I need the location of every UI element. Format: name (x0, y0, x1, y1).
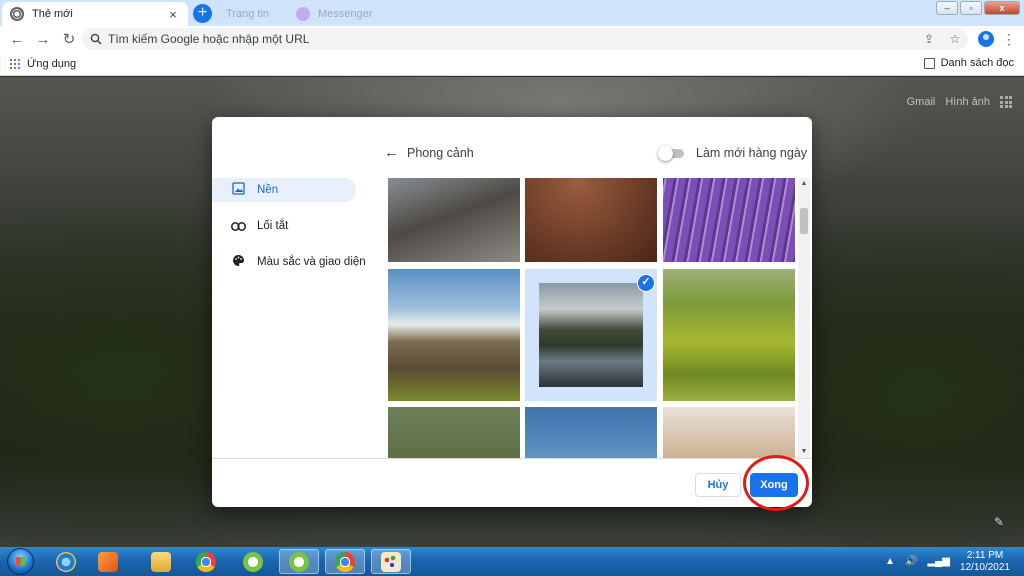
sidebar-item-background[interactable]: Nền (212, 178, 356, 202)
taskbar-coccoc-2[interactable] (279, 549, 319, 574)
reload-button[interactable]: ↻ (56, 30, 82, 48)
cancel-button[interactable]: Hủy (695, 473, 741, 497)
sidebar-item-label: Lối tắt (257, 220, 289, 232)
apps-grid-icon[interactable] (10, 58, 20, 69)
dialog-back-arrow-icon[interactable]: ← (384, 144, 399, 161)
search-icon (90, 33, 102, 45)
palette-icon (230, 254, 246, 270)
dialog-sidebar: Nền Lối tắt Màu sắc và giao diện (212, 178, 372, 286)
dialog-header: ← Phong cảnh Làm mới hàng ngày (212, 117, 812, 178)
forward-button[interactable]: → (30, 31, 56, 48)
background-thumbnail[interactable] (388, 407, 520, 458)
clock-time: 2:11 PM (966, 549, 1004, 561)
chrome-favicon-icon (10, 7, 24, 21)
image-grid-scrollbar[interactable]: ▲ ▼ (798, 178, 810, 458)
tab-title: Thẻ mới (32, 8, 73, 20)
scroll-down-arrow-icon[interactable]: ▼ (798, 446, 810, 458)
new-tab-button[interactable]: + (193, 4, 212, 23)
sidebar-item-colors-theme[interactable]: Màu sắc và giao diện (212, 250, 372, 274)
taskbar-chrome[interactable] (186, 549, 226, 574)
volume-icon[interactable]: 🔊 (905, 556, 917, 567)
tab-new-tab[interactable]: Thẻ mới × (2, 2, 188, 26)
coccoc-browser-icon (243, 551, 263, 572)
bookmark-star-icon[interactable]: ☆ (942, 32, 968, 46)
taskbar-paint[interactable] (371, 549, 411, 574)
back-button[interactable]: ← (4, 31, 30, 48)
dialog-footer: Hủy Xong (212, 458, 812, 507)
background-thumbnail[interactable] (525, 407, 657, 458)
maximize-button[interactable]: ▫ (960, 1, 982, 15)
link-icon (230, 219, 246, 234)
reading-list-label: Danh sách đọc (940, 57, 1014, 69)
chrome-icon (196, 551, 216, 572)
paint-icon (381, 551, 401, 572)
media-player-icon (98, 551, 118, 572)
tray-expand-arrow-icon[interactable]: ▲ (885, 556, 895, 567)
taskbar-media-player[interactable] (88, 549, 128, 574)
tab-close-icon[interactable]: × (166, 7, 180, 22)
customize-dialog: ← Phong cảnh Làm mới hàng ngày Nền Lối t… (212, 117, 812, 507)
reading-list-button[interactable]: Danh sách đọc (923, 57, 1014, 69)
google-apps-icon[interactable] (1000, 96, 1012, 108)
tab-strip: Thẻ mới × + Trang tin Messenger – ▫ x (0, 0, 1024, 26)
windows-taskbar: ▲ 🔊 ▂▄▆ 2:11 PM 12/10/2021 (0, 547, 1024, 576)
windows-logo-icon (7, 548, 34, 575)
taskbar-chrome-active[interactable] (325, 549, 365, 574)
sidebar-item-shortcuts[interactable]: Lối tắt (212, 214, 372, 238)
menu-kebab-icon[interactable]: ⋮ (1002, 31, 1016, 48)
taskbar-file-explorer[interactable] (141, 549, 181, 574)
network-signal-icon[interactable]: ▂▄▆ (927, 556, 949, 567)
tab-background-2[interactable]: Messenger (288, 2, 458, 26)
scroll-up-arrow-icon[interactable]: ▲ (798, 178, 810, 190)
coccoc-browser-icon (289, 551, 309, 572)
bookmarks-bar: Ứng dụng Danh sách đọc (0, 52, 1024, 76)
taskbar-clock[interactable]: 2:11 PM 12/10/2021 (960, 550, 1010, 574)
apps-link[interactable]: Ứng dụng (27, 58, 76, 70)
close-window-button[interactable]: x (984, 1, 1020, 15)
tab-title: Messenger (318, 8, 373, 20)
background-image-grid: ✓ (384, 178, 812, 458)
sidebar-item-label: Màu sắc và giao diện (257, 256, 366, 268)
background-thumbnail-selected[interactable]: ✓ (525, 269, 657, 401)
gmail-link[interactable]: Gmail (907, 96, 936, 108)
background-thumbnail[interactable] (388, 269, 520, 401)
background-thumbnail[interactable] (663, 178, 795, 262)
reading-list-icon (923, 57, 935, 69)
background-thumbnail[interactable] (663, 269, 795, 401)
collection-title: Phong cảnh (407, 146, 474, 160)
selected-thumbnail-image (539, 283, 643, 387)
image-icon (230, 182, 246, 198)
system-tray: ▲ 🔊 ▂▄▆ 2:11 PM 12/10/2021 (885, 547, 1024, 576)
minimize-button[interactable]: – (936, 1, 958, 15)
background-thumbnail[interactable] (525, 178, 657, 262)
folder-icon (151, 551, 171, 572)
profile-avatar-icon[interactable] (978, 31, 994, 47)
share-icon[interactable]: ⇪ (916, 32, 942, 46)
refresh-daily-label: Làm mới hàng ngày (696, 146, 808, 160)
images-link[interactable]: Hình ảnh (945, 96, 990, 108)
scrollbar-thumb[interactable] (800, 208, 808, 234)
red-highlight-circle (743, 455, 809, 511)
taskbar-coccoc[interactable] (233, 549, 273, 574)
sidebar-item-label: Nền (257, 184, 279, 196)
clock-date: 12/10/2021 (959, 561, 1010, 573)
ntp-top-links: Gmail Hình ảnh (907, 96, 1012, 108)
address-bar-placeholder: Tìm kiếm Google hoặc nhập một URL (108, 32, 310, 46)
background-thumbnail[interactable] (388, 178, 520, 262)
internet-explorer-icon (56, 551, 76, 572)
customize-pencil-icon[interactable]: ✎ (994, 515, 1004, 529)
chrome-icon (335, 551, 355, 572)
background-thumbnail[interactable] (663, 407, 795, 458)
window-controls: – ▫ x (936, 1, 1020, 15)
tab-title: Trang tin (226, 8, 270, 20)
checkmark-icon: ✓ (637, 274, 655, 292)
taskbar-internet-explorer[interactable] (46, 549, 86, 574)
tab-background-1[interactable]: Trang tin (218, 2, 284, 26)
browser-toolbar: ← → ↻ Tìm kiếm Google hoặc nhập một URL … (0, 26, 1024, 52)
messenger-favicon-icon (296, 7, 310, 21)
refresh-daily-toggle[interactable] (658, 146, 684, 161)
start-button[interactable] (4, 547, 36, 576)
address-bar[interactable]: Tìm kiếm Google hoặc nhập một URL ⇪ ☆ (82, 28, 968, 50)
